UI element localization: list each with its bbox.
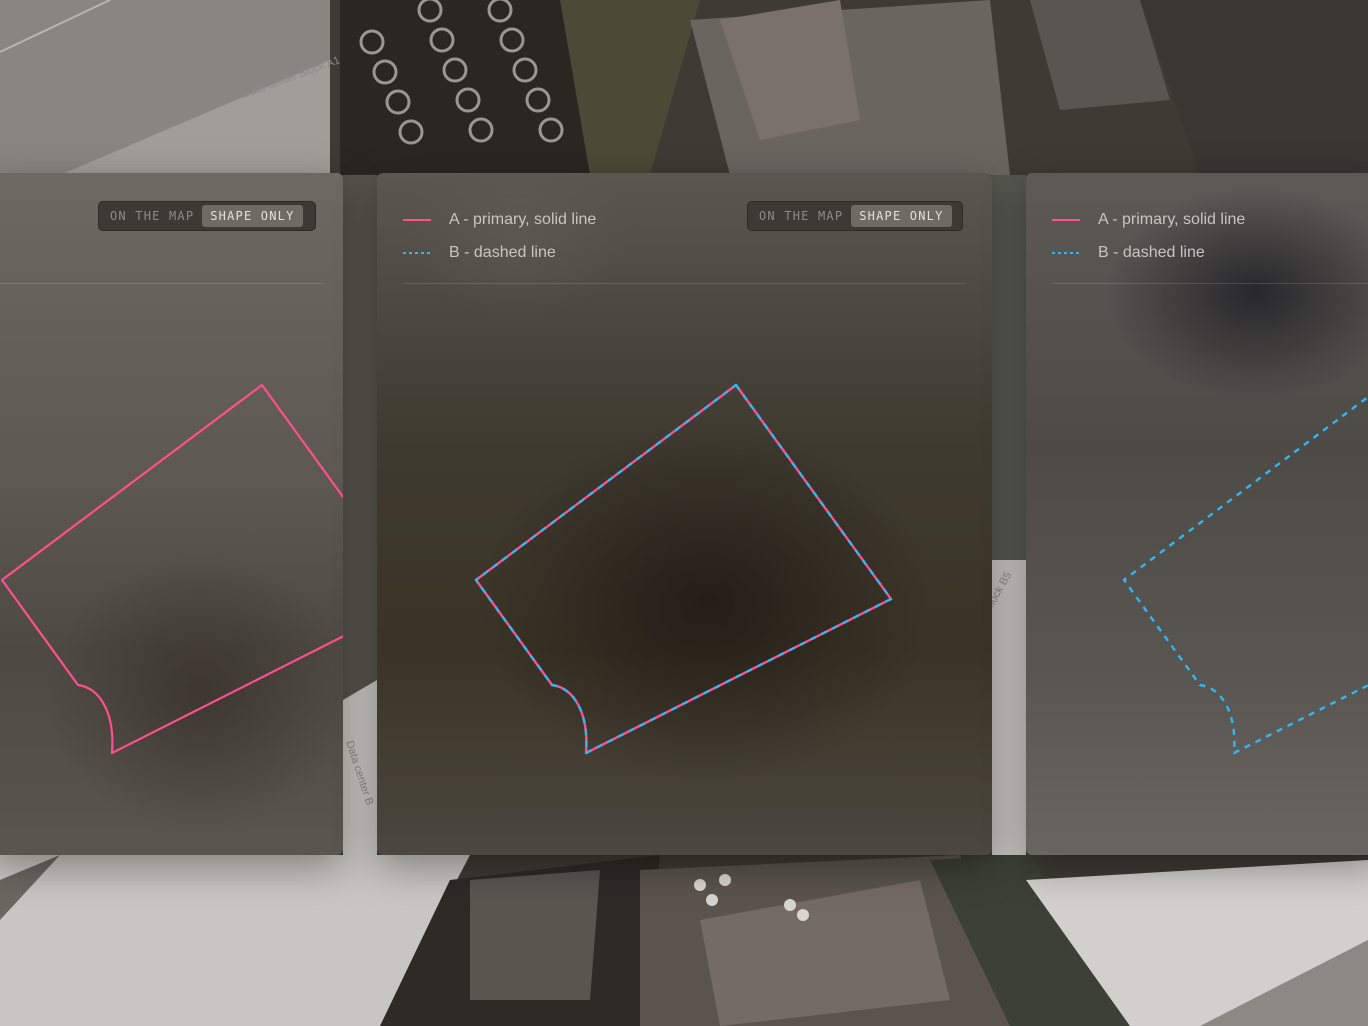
parcel-outline-dashed [1122, 395, 1368, 755]
parcel-outline-primary [0, 383, 343, 755]
shape-panel-center: A - primary, solid line B - dashed line … [377, 173, 992, 855]
shape-panel-left: ON THE MAP SHAPE ONLY [0, 173, 343, 855]
shape-panel-right: A - primary, solid line B - dashed line [1026, 173, 1368, 855]
parcel-outline-overlay [474, 383, 893, 755]
